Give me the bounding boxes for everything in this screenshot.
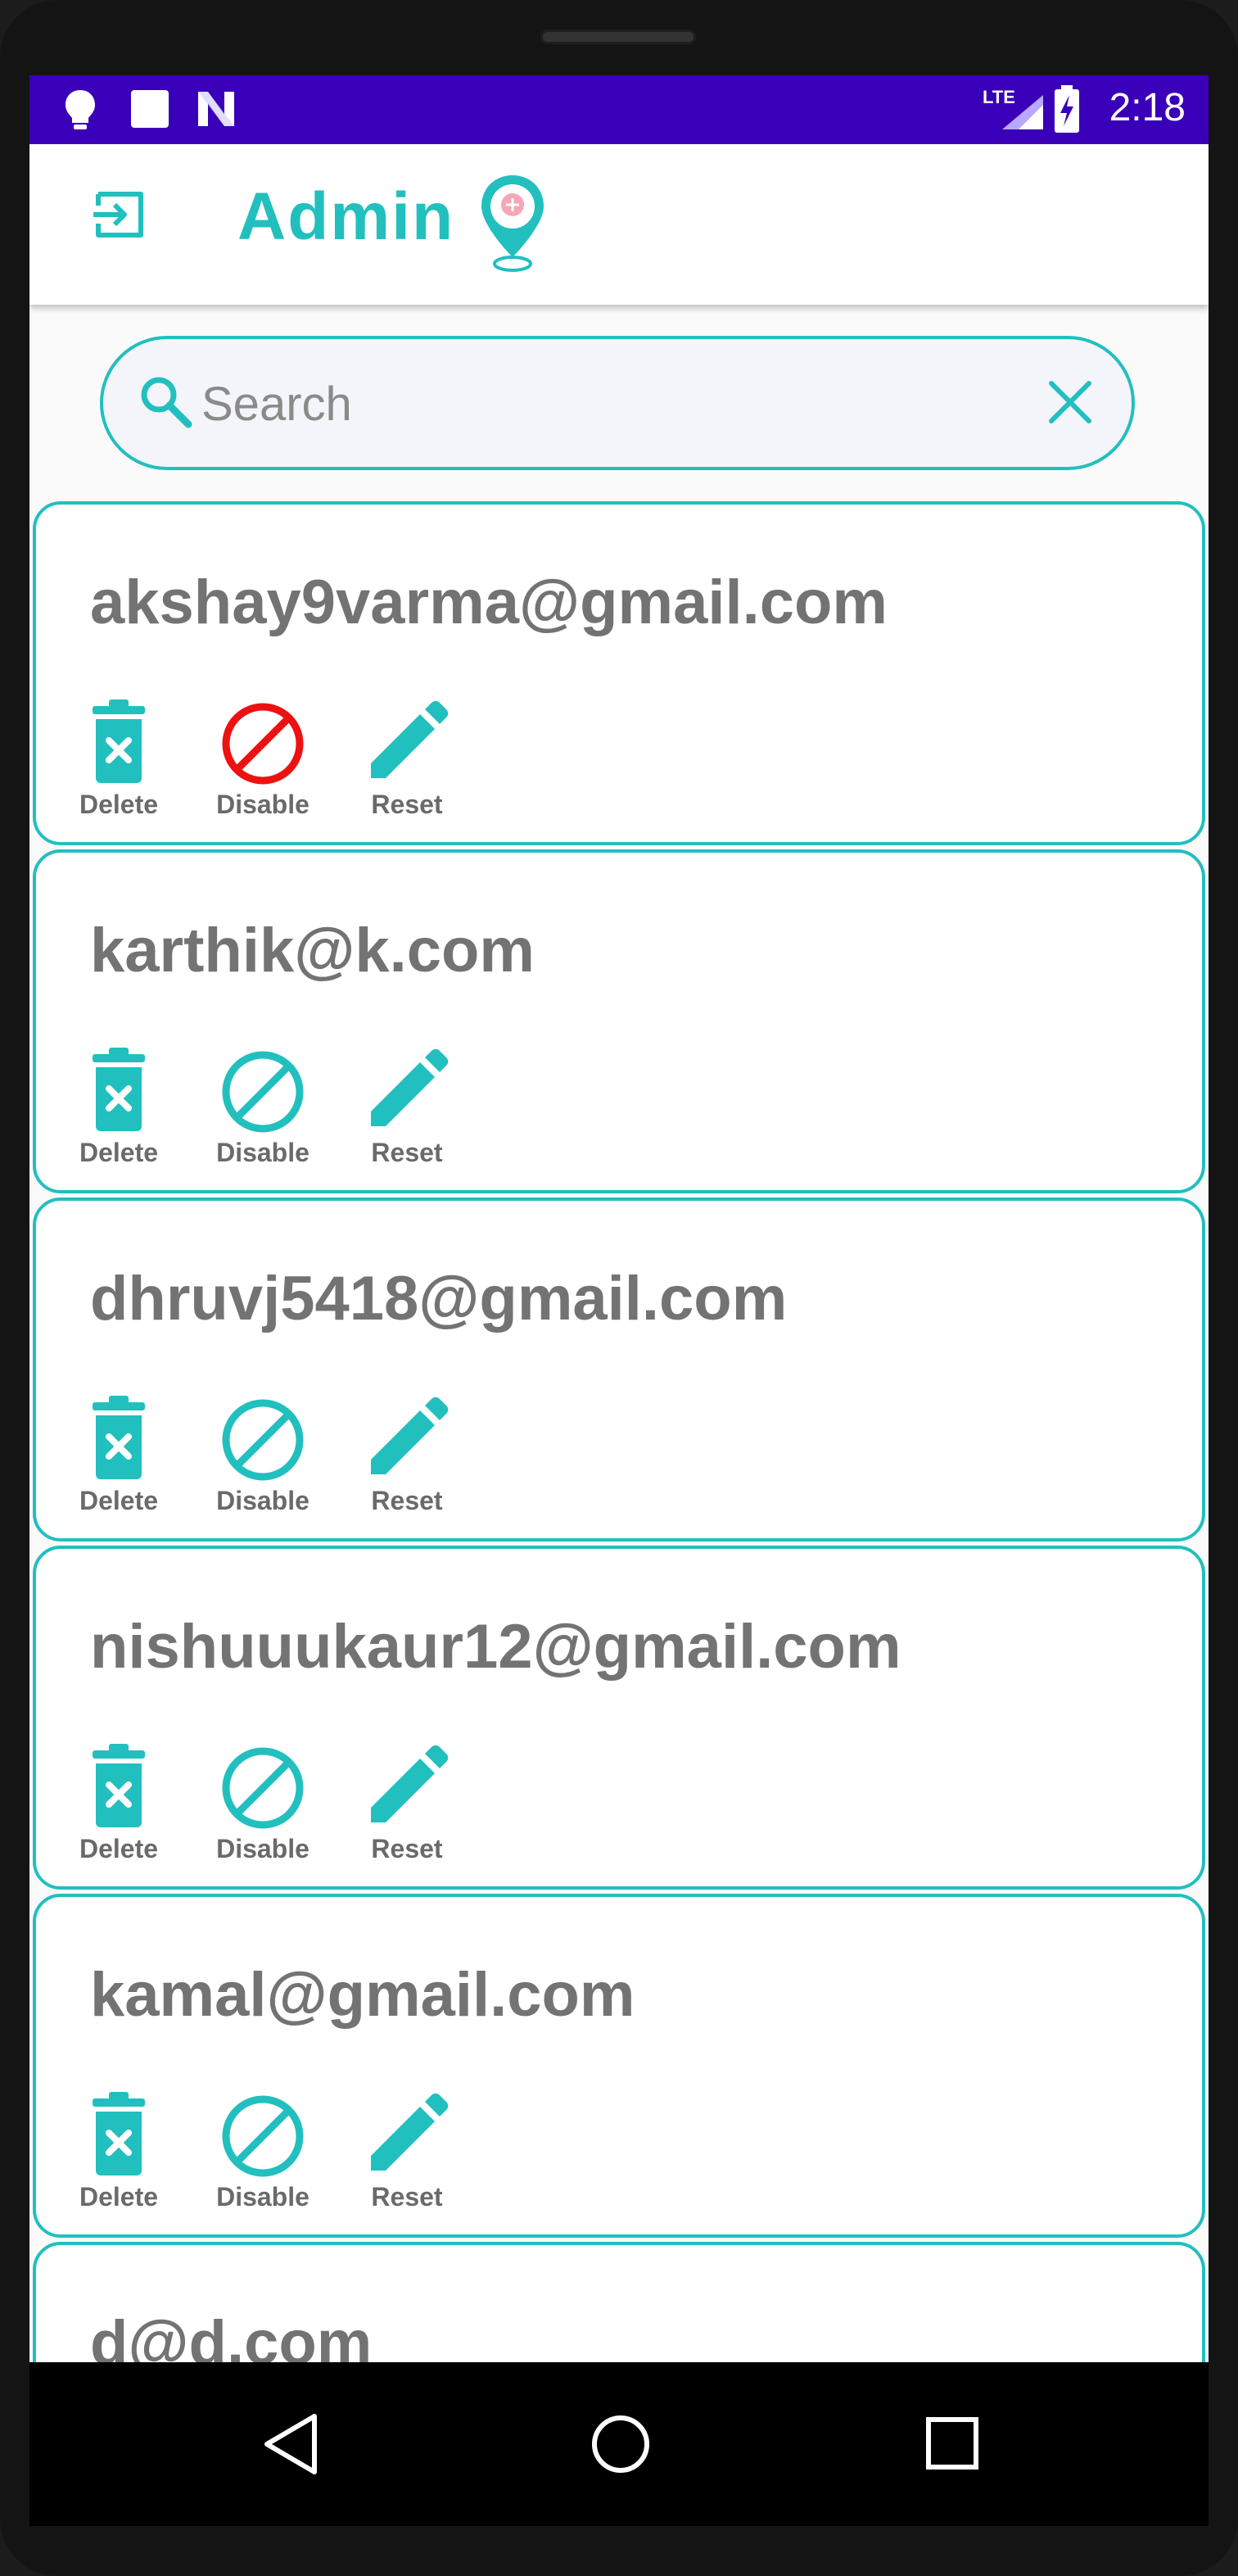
delete-label: Delete: [79, 2182, 159, 2212]
disable-button[interactable]: Disable: [210, 2092, 316, 2212]
delete-icon: [93, 2092, 145, 2175]
delete-icon: [93, 1048, 145, 1131]
disable-label: Disable: [216, 2182, 310, 2212]
user-card[interactable]: karthik@k.com Delete Disable Reset: [33, 849, 1205, 1193]
search-input[interactable]: [200, 362, 1005, 446]
n-icon: [198, 92, 234, 126]
delete-button[interactable]: Delete: [66, 699, 172, 820]
recents-icon[interactable]: [922, 2411, 984, 2477]
delete-label: Delete: [79, 1834, 159, 1863]
home-icon[interactable]: [588, 2411, 653, 2477]
reset-label: Reset: [371, 1834, 443, 1863]
pencil-icon: [371, 2093, 449, 2171]
delete-label: Delete: [79, 1138, 159, 1167]
pencil-icon: [371, 1397, 449, 1474]
disable-label: Disable: [216, 1138, 310, 1167]
reset-label: Reset: [371, 1486, 443, 1515]
delete-label: Delete: [79, 1486, 159, 1515]
disable-icon: [222, 1747, 304, 1829]
disable-label: Disable: [216, 1486, 310, 1515]
disable-icon: [222, 1051, 304, 1133]
app-bar: Admin: [29, 144, 1209, 305]
delete-icon: [93, 699, 145, 783]
search-icon: [141, 377, 192, 428]
user-card[interactable]: kamal@gmail.com Delete Disable Reset: [33, 1894, 1205, 2238]
reset-button[interactable]: Reset: [354, 699, 460, 820]
delete-button[interactable]: Delete: [66, 1396, 172, 1516]
reset-label: Reset: [371, 790, 443, 819]
user-card[interactable]: nishuuukaur12@gmail.com Delete Disable R…: [33, 1546, 1205, 1890]
delete-icon: [93, 1744, 145, 1827]
delete-button[interactable]: Delete: [66, 1048, 172, 1168]
speaker-grille: [540, 29, 696, 44]
reset-button[interactable]: Reset: [354, 2092, 460, 2212]
device-frame: LTE 2:18 Admin Search akshay9varma@gmail…: [0, 0, 1238, 2576]
disable-button[interactable]: Disable: [210, 1396, 316, 1516]
pencil-icon: [371, 1048, 449, 1126]
user-email: nishuuukaur12@gmail.com: [90, 1612, 901, 1682]
nav-bar: [29, 2362, 1209, 2526]
square-icon: [131, 90, 169, 128]
signal-icon: [1002, 95, 1043, 129]
reset-button[interactable]: Reset: [354, 1396, 460, 1516]
battery-charging-icon: [1055, 85, 1079, 133]
app-title: Admin: [237, 179, 455, 254]
status-bar: LTE 2:18: [29, 75, 1209, 144]
disable-button[interactable]: Disable: [210, 699, 316, 820]
screen: LTE 2:18 Admin Search akshay9varma@gmail…: [29, 75, 1209, 2362]
delete-icon: [93, 1396, 145, 1479]
reset-button[interactable]: Reset: [354, 1048, 460, 1168]
disable-button[interactable]: Disable: [210, 1744, 316, 1864]
disable-label: Disable: [216, 1834, 310, 1863]
user-card[interactable]: dhruvj5418@gmail.com Delete Disable Rese…: [33, 1197, 1205, 1542]
user-email: kamal@gmail.com: [90, 1960, 635, 2030]
disable-icon: [222, 1399, 304, 1481]
disable-icon: [222, 2095, 304, 2177]
location-pin-icon: [481, 175, 544, 272]
logout-icon: [93, 192, 143, 238]
bulb-icon: [66, 90, 95, 129]
user-email: akshay9varma@gmail.com: [90, 568, 888, 637]
reset-label: Reset: [371, 1138, 443, 1167]
user-card[interactable]: akshay9varma@gmail.com Delete Disable Re…: [33, 501, 1205, 845]
delete-label: Delete: [79, 790, 159, 819]
pencil-icon: [371, 1745, 449, 1822]
reset-button[interactable]: Reset: [354, 1744, 460, 1864]
pencil-icon: [371, 700, 449, 778]
back-icon[interactable]: [260, 2411, 323, 2477]
disable-label: Disable: [216, 790, 310, 819]
user-email: karthik@k.com: [90, 916, 535, 985]
disable-icon: [222, 703, 304, 785]
clear-search-icon[interactable]: [1046, 378, 1094, 426]
disable-button[interactable]: Disable: [210, 1048, 316, 1168]
user-email: d@d.com: [90, 2308, 373, 2362]
clock: 2:18: [1109, 86, 1186, 129]
logout-button[interactable]: [79, 174, 160, 256]
search-bar: [100, 336, 1135, 470]
user-email: dhruvj5418@gmail.com: [90, 1264, 788, 1333]
delete-button[interactable]: Delete: [66, 1744, 172, 1864]
delete-button[interactable]: Delete: [66, 2092, 172, 2212]
user-card[interactable]: d@d.com Delete Disable Reset: [33, 2242, 1205, 2362]
reset-label: Reset: [371, 2182, 443, 2212]
